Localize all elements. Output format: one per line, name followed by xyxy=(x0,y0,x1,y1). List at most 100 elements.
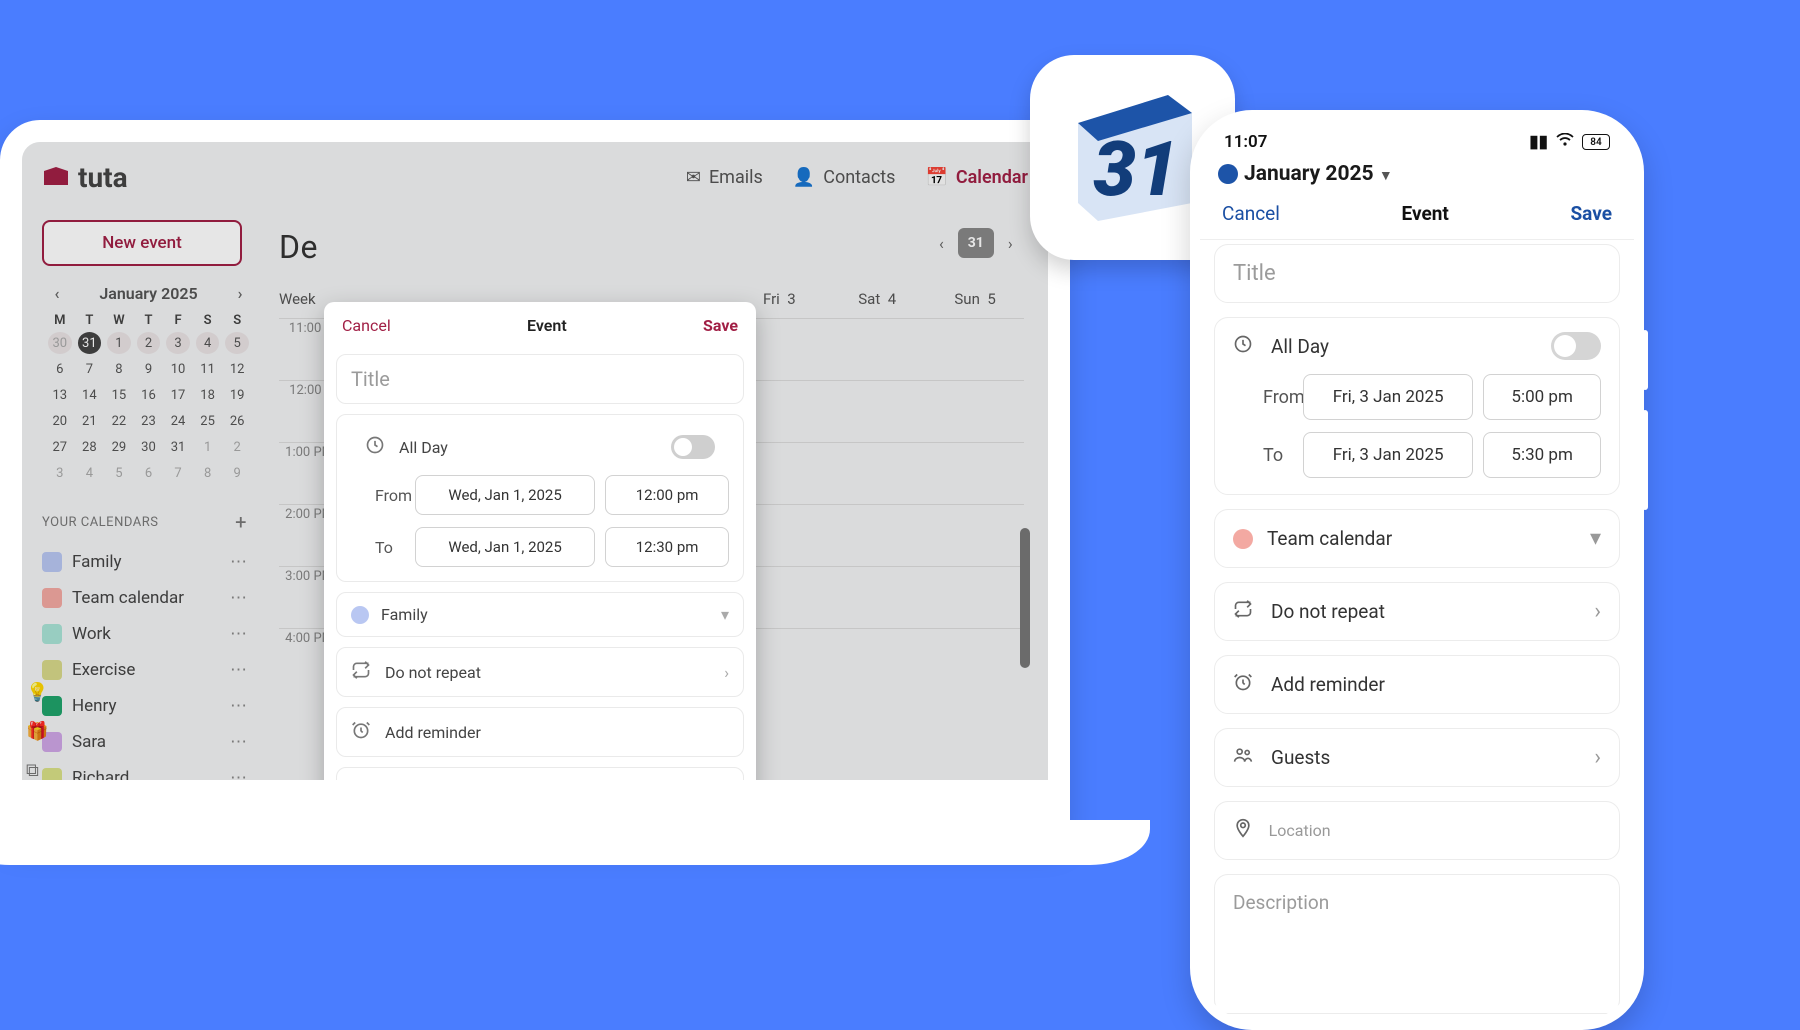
title-field[interactable] xyxy=(1214,244,1620,303)
calendar-list-item[interactable]: Henry⋯ xyxy=(42,688,255,724)
from-time-picker[interactable]: 5:00 pm xyxy=(1483,374,1601,420)
modal-title: Event xyxy=(527,316,567,335)
signal-icon: ▮▮ xyxy=(1529,132,1548,152)
from-date-picker[interactable]: Fri, 3 Jan 2025 xyxy=(1303,374,1473,420)
reminder-button[interactable]: Add reminder xyxy=(336,707,744,757)
calendar-list-item[interactable]: Richard⋯ xyxy=(42,760,255,796)
cancel-button[interactable]: Cancel xyxy=(1222,202,1280,225)
alarm-icon xyxy=(1233,672,1257,697)
chevron-right-icon: › xyxy=(724,663,729,682)
chevron-down-icon: ▾ xyxy=(1590,526,1601,551)
from-time-picker[interactable]: 12:00 pm xyxy=(605,475,729,515)
calendar-select[interactable]: Team calendar ▾ xyxy=(1214,509,1620,568)
help-icon[interactable]: ? xyxy=(26,799,48,820)
calendar-list-item[interactable]: Exercise⋯ xyxy=(42,652,255,688)
from-date-picker[interactable]: Wed, Jan 1, 2025 xyxy=(415,475,595,515)
save-button[interactable]: Save xyxy=(703,316,738,335)
calendar-color-swatch xyxy=(42,552,62,572)
save-button[interactable]: Save xyxy=(1570,202,1612,225)
month-label[interactable]: January 2025 ▼ xyxy=(1244,162,1393,186)
vertical-scrollbar[interactable] xyxy=(1020,348,1030,690)
location-field[interactable] xyxy=(1214,801,1620,860)
more-icon[interactable]: ⋯ xyxy=(230,588,255,608)
title-input[interactable] xyxy=(1233,261,1601,286)
more-icon[interactable]: ⋯ xyxy=(230,660,255,680)
people-icon xyxy=(351,780,373,804)
all-day-label: All Day xyxy=(1271,335,1537,358)
all-day-toggle[interactable] xyxy=(671,435,715,459)
more-icon[interactable]: ⋯ xyxy=(230,768,255,788)
prev-month-button[interactable]: ‹ xyxy=(46,284,68,303)
clock-icon xyxy=(1233,334,1257,359)
title-field[interactable] xyxy=(336,354,744,404)
chevron-down-icon: ▾ xyxy=(721,605,729,624)
repeat-select[interactable]: Do not repeat › xyxy=(336,647,744,697)
repeat-icon xyxy=(1233,599,1257,624)
calendar-color-swatch xyxy=(42,588,62,608)
calendar-list-item[interactable]: Team calendar⋯ xyxy=(42,580,255,616)
repeat-select[interactable]: Do not repeat › xyxy=(1214,582,1620,641)
event-modal-desktop: Cancel Event Save All Day xyxy=(324,302,756,840)
main-month-title: De xyxy=(279,228,1024,266)
guests-button[interactable]: Guests › xyxy=(336,767,744,817)
battery-icon: 84 xyxy=(1582,134,1610,150)
nav-calendar[interactable]: 📅Calendar xyxy=(925,167,1028,188)
more-icon[interactable]: ⋯ xyxy=(230,732,255,752)
phone-frame: 11:07 ▮▮ 84 January 2025 ▼ Cancel Event … xyxy=(1190,110,1644,1030)
today-button[interactable]: 31 xyxy=(958,228,994,258)
calendar-list-item[interactable]: Family⋯ xyxy=(42,544,255,580)
more-icon[interactable]: ⋯ xyxy=(230,696,255,716)
prev-week-button[interactable]: ‹ xyxy=(939,234,944,253)
guests-button[interactable]: Guests › xyxy=(1214,728,1620,787)
person-icon: 👤 xyxy=(793,167,815,188)
next-month-button[interactable]: › xyxy=(229,284,251,303)
people-icon xyxy=(1233,745,1257,770)
from-label: From xyxy=(1233,387,1293,408)
your-calendars-heading: YOUR CALENDARS xyxy=(42,515,158,530)
wifi-icon xyxy=(1556,132,1574,152)
more-icon[interactable]: ⋯ xyxy=(230,552,255,572)
to-date-picker[interactable]: Fri, 3 Jan 2025 xyxy=(1303,432,1473,478)
new-event-button[interactable]: New event xyxy=(42,220,242,266)
calendar-color-dot xyxy=(351,606,369,624)
gift-icon[interactable]: 🎁 xyxy=(26,721,48,742)
alarm-icon xyxy=(351,720,373,744)
modal-title: Event xyxy=(1402,202,1449,225)
nav-emails[interactable]: ✉Emails xyxy=(686,167,763,188)
to-time-picker[interactable]: 12:30 pm xyxy=(605,527,729,567)
calendar-list-item[interactable]: Work⋯ xyxy=(42,616,255,652)
calendar-color-swatch xyxy=(42,660,62,680)
brand-logo: tuta xyxy=(42,161,128,194)
calendar-icon: 📅 xyxy=(925,167,947,188)
cancel-button[interactable]: Cancel xyxy=(342,316,391,335)
to-label: To xyxy=(1233,445,1293,466)
to-label: To xyxy=(351,538,405,557)
reminder-button[interactable]: Add reminder xyxy=(1214,655,1620,714)
calendar-list-item[interactable]: Sara⋯ xyxy=(42,724,255,760)
copy-icon[interactable]: ⧉ xyxy=(26,760,48,781)
chevron-right-icon: › xyxy=(1594,745,1601,770)
status-time: 11:07 xyxy=(1224,132,1267,152)
location-input[interactable] xyxy=(1269,821,1601,840)
to-time-picker[interactable]: 5:30 pm xyxy=(1483,432,1601,478)
location-pin-icon xyxy=(1233,818,1255,843)
mini-month-label: January 2025 xyxy=(99,284,197,303)
calendar-color-dot xyxy=(1233,529,1253,549)
add-calendar-button[interactable]: + xyxy=(235,510,247,534)
calendar-color-swatch xyxy=(42,624,62,644)
next-week-button[interactable]: › xyxy=(1008,234,1013,253)
calendar-circle-icon xyxy=(1218,164,1238,184)
mail-icon: ✉ xyxy=(686,167,701,188)
svg-text:31: 31 xyxy=(1093,124,1178,214)
calendar-select[interactable]: Family ▾ xyxy=(336,592,744,637)
to-date-picker[interactable]: Wed, Jan 1, 2025 xyxy=(415,527,595,567)
title-input[interactable] xyxy=(351,367,729,391)
more-icon[interactable]: ⋯ xyxy=(230,624,255,644)
description-field[interactable]: Description xyxy=(1214,874,1620,1014)
all-day-label: All Day xyxy=(399,438,659,457)
all-day-toggle[interactable] xyxy=(1551,332,1601,360)
from-label: From xyxy=(351,486,405,505)
bulb-icon[interactable]: 💡 xyxy=(26,682,48,703)
mini-calendar[interactable]: MTWTFSS 303112345 6789101112 13141516171… xyxy=(42,309,255,488)
nav-contacts[interactable]: 👤Contacts xyxy=(793,167,896,188)
